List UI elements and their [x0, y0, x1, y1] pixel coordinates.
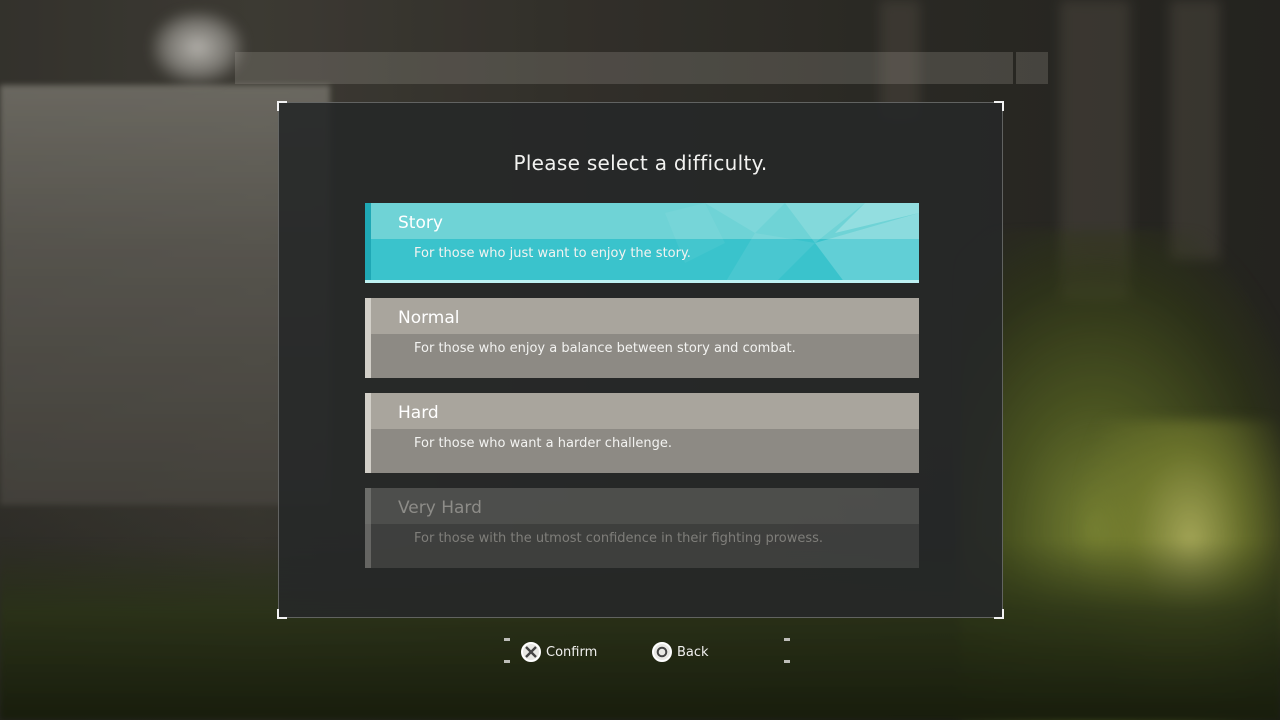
footer-bracket-mark [504, 660, 510, 663]
confirm-prompt[interactable]: Confirm [521, 640, 597, 664]
dialog-corner-mark [277, 101, 287, 111]
confirm-label: Confirm [546, 644, 598, 660]
dialog-corner-mark [994, 609, 1004, 619]
option-accent-stripe [365, 393, 371, 473]
dialog-corner-mark [994, 101, 1004, 111]
difficulty-option-normal[interactable]: Normal For those who enjoy a balance bet… [365, 298, 919, 378]
option-description: For those with the utmost confidence in … [414, 531, 824, 546]
difficulty-option-story[interactable]: Story For those who just want to enjoy t… [365, 203, 919, 283]
difficulty-option-very-hard: Very Hard For those with the utmost conf… [365, 488, 919, 568]
option-header-band [365, 393, 919, 429]
dialog-corner-mark [277, 609, 287, 619]
footer-bracket-mark [504, 638, 510, 641]
selected-facet-pattern [665, 203, 919, 283]
difficulty-option-hard[interactable]: Hard For those who want a harder challen… [365, 393, 919, 473]
option-label: Very Hard [398, 498, 482, 518]
dialog-title: Please select a difficulty. [513, 151, 768, 175]
option-description: For those who just want to enjoy the sto… [414, 246, 691, 261]
option-accent-stripe [365, 488, 371, 568]
back-prompt[interactable]: Back [652, 640, 709, 664]
game-scene: Please select a difficulty. Story For th… [0, 0, 1280, 720]
underlying-menu-header-end [1016, 52, 1048, 84]
option-accent-stripe [365, 203, 371, 283]
footer-bracket-mark [784, 660, 790, 663]
option-label: Hard [398, 403, 439, 423]
underlying-menu-header [235, 52, 1013, 84]
cross-button-icon [521, 642, 541, 662]
option-label: Normal [398, 308, 460, 328]
option-description: For those who enjoy a balance between st… [414, 341, 796, 356]
circle-button-icon [652, 642, 672, 662]
option-description: For those who want a harder challenge. [414, 436, 673, 451]
option-label: Story [398, 213, 443, 233]
option-accent-stripe [365, 298, 371, 378]
selection-underline [365, 280, 919, 283]
difficulty-dialog: Please select a difficulty. Story For th… [277, 101, 1004, 619]
footer-bracket-mark [784, 638, 790, 641]
back-label: Back [677, 644, 709, 660]
